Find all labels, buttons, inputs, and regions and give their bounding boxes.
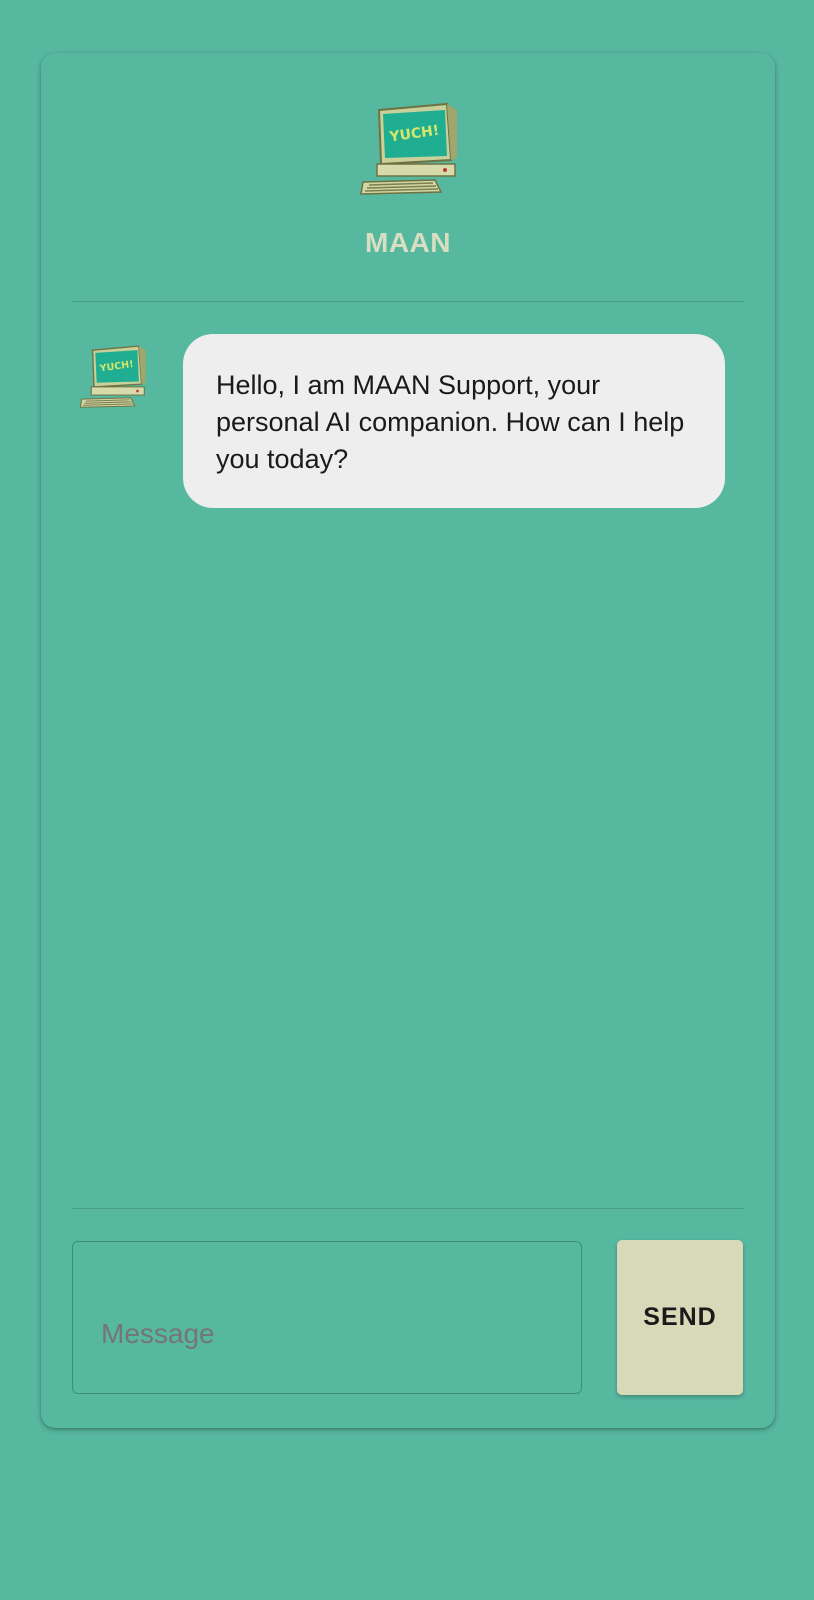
message-input[interactable] — [72, 1241, 582, 1394]
retro-computer-icon: YUCH! — [360, 102, 457, 195]
app-title: MAAN — [365, 227, 451, 258]
composer-divider — [72, 1208, 744, 1209]
chat-header: YUCH! MAAN — [41, 53, 775, 302]
chat-card: YUCH! MAAN YUCH! Hello, I am MAAN Suppor… — [41, 53, 775, 1428]
message-bubble: Hello, I am MAAN Support, your personal … — [183, 334, 725, 508]
send-button[interactable]: SEND — [617, 1240, 743, 1395]
bot-avatar-icon: YUCH! — [79, 345, 146, 408]
